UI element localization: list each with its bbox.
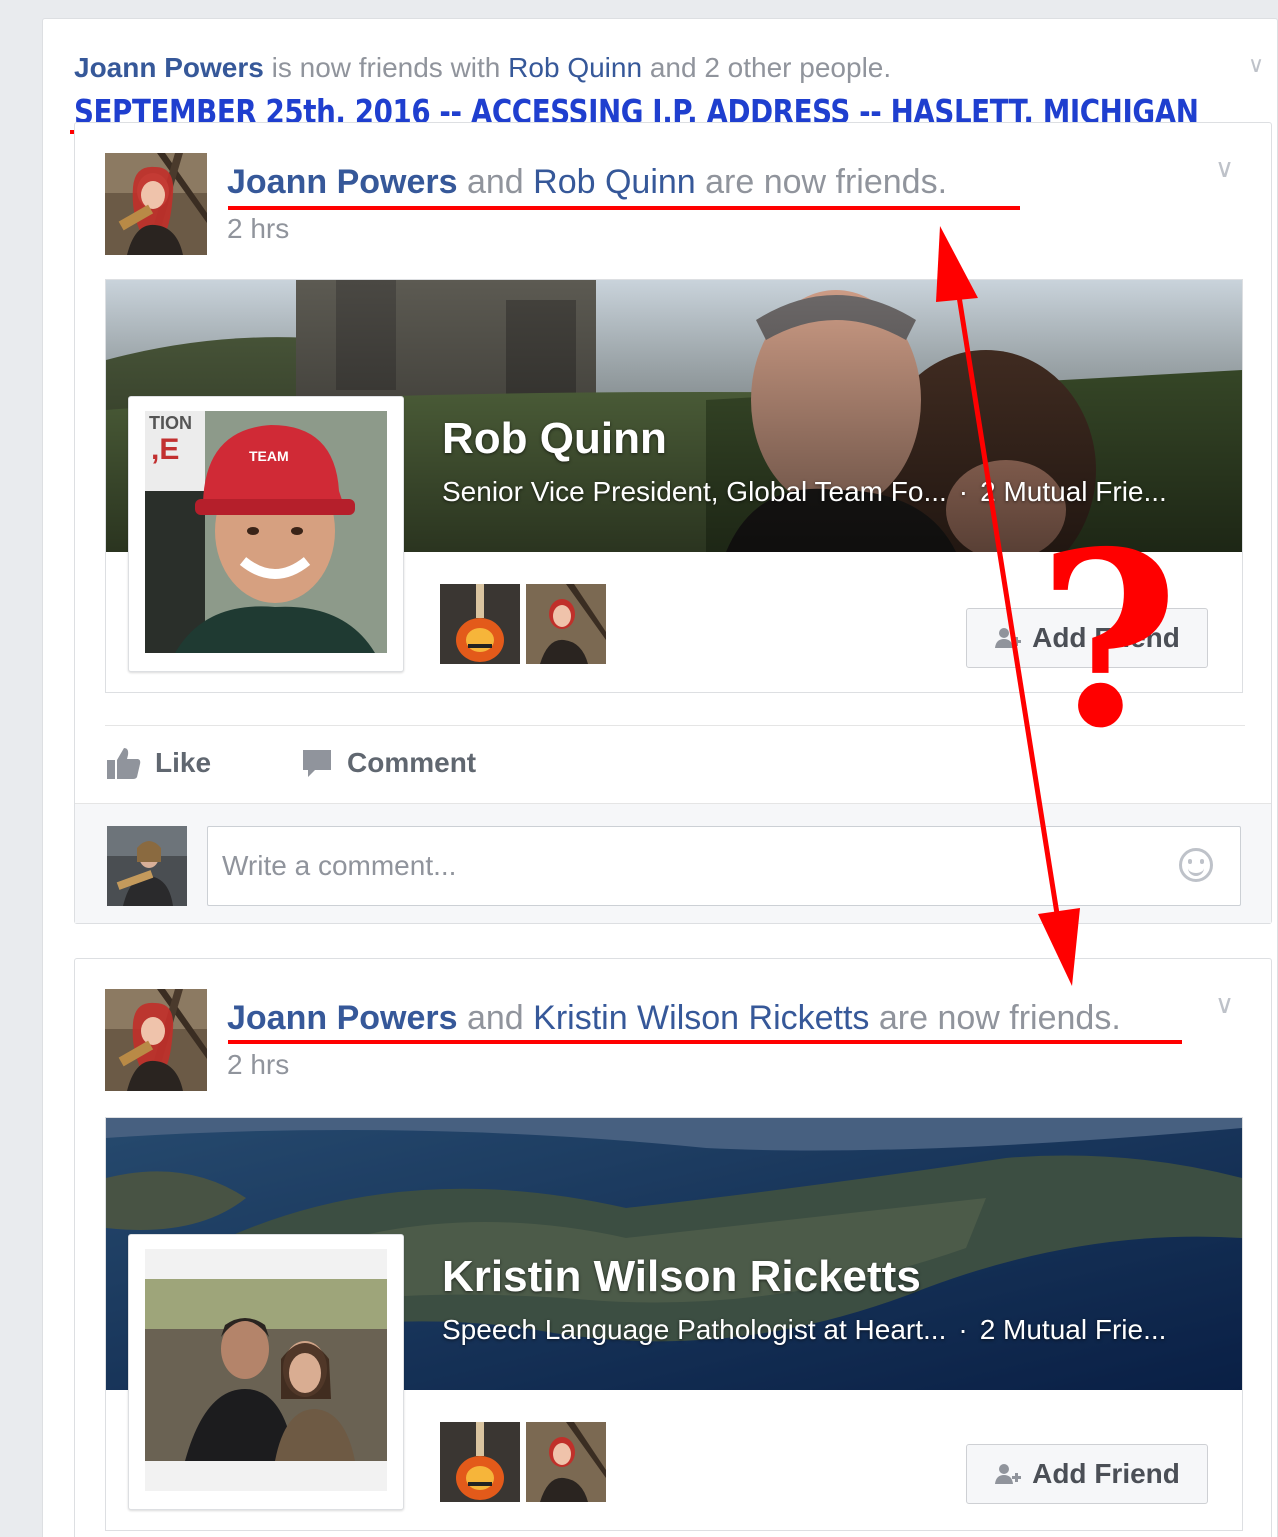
post-suffix: are now friends. — [695, 163, 948, 201]
mutual-friend-avatar-joann[interactable] — [526, 1422, 606, 1502]
story-header: Joann Powers is now friends with Rob Qui… — [74, 52, 891, 84]
post-actor-link[interactable]: Joann Powers — [227, 999, 458, 1037]
friend-profile-picture[interactable]: TION ,E TEAM — [128, 396, 404, 672]
story-friend-link[interactable]: Rob Quinn — [508, 52, 642, 83]
like-button[interactable]: Like — [107, 747, 211, 779]
story-actor-link[interactable]: Joann Powers — [74, 52, 264, 83]
post-friend-link[interactable]: Kristin Wilson Ricketts — [533, 999, 869, 1037]
annotation-question-mark: ? — [1038, 499, 1179, 781]
friend-card: Kristin Wilson Ricketts Speech Language … — [105, 1117, 1243, 1531]
actor-avatar[interactable] — [105, 989, 207, 1091]
add-friend-icon — [995, 1464, 1022, 1484]
post-actor-line: Joann Powers and Rob Quinn are now frien… — [227, 163, 947, 202]
mutual-friends-link[interactable]: 2 Mutual Frie... — [980, 1314, 1167, 1345]
mutual-friend-avatar-guitar[interactable] — [440, 1422, 520, 1502]
post-timestamp[interactable]: 2 hrs — [227, 213, 289, 245]
add-friend-icon — [995, 628, 1022, 648]
annotation-underline-post-two — [228, 1040, 1182, 1044]
comment-label: Comment — [347, 747, 477, 778]
thumbs-up-icon — [107, 748, 141, 779]
svg-text:TEAM: TEAM — [249, 448, 289, 464]
post-suffix: are now friends. — [869, 999, 1121, 1037]
post-options-chevron-icon[interactable]: ∨ — [1215, 153, 1234, 184]
story-text: is now friends with — [263, 52, 509, 83]
friend-name-link[interactable]: Kristin Wilson Ricketts — [442, 1252, 921, 1302]
post-actor-line: Joann Powers and Kristin Wilson Ricketts… — [227, 999, 1121, 1038]
comment-bubble-icon — [303, 750, 331, 777]
post-connector: and — [457, 999, 534, 1037]
viewer-avatar[interactable] — [107, 826, 187, 906]
comment-composer — [75, 803, 1271, 923]
svg-text:TION: TION — [149, 413, 192, 433]
post-actor-link[interactable]: Joann Powers — [227, 163, 458, 201]
post-timestamp[interactable]: 2 hrs — [227, 1049, 289, 1081]
post-options-chevron-icon[interactable]: ∨ — [1215, 989, 1234, 1020]
emoji-smiley-icon[interactable] — [1179, 848, 1213, 882]
add-friend-button[interactable]: Add Friend — [966, 1444, 1208, 1504]
story-options-chevron-icon[interactable]: ∨ — [1248, 52, 1264, 78]
post-friend-link[interactable]: Rob Quinn — [533, 163, 696, 201]
post-connector: and — [457, 163, 534, 201]
friend-subtitle: Speech Language Pathologist at Heart... ·… — [442, 1314, 1166, 1346]
friend-name-link[interactable]: Rob Quinn — [442, 414, 667, 464]
add-friend-label: Add Friend — [1032, 1458, 1180, 1489]
comment-input[interactable] — [207, 826, 1241, 906]
story-text-end: and 2 other people. — [642, 52, 892, 83]
friend-work: Speech Language Pathologist at Heart... — [442, 1314, 947, 1345]
actor-avatar[interactable] — [105, 153, 207, 255]
mutual-friend-avatar-joann[interactable] — [526, 584, 606, 664]
separator-dot: · — [958, 1314, 968, 1345]
comment-button[interactable]: Comment — [301, 747, 476, 779]
mutual-friend-avatar-guitar[interactable] — [440, 584, 520, 664]
svg-text:,E: ,E — [151, 433, 179, 466]
post-card-kristin-wilson-ricketts: Joann Powers and Kristin Wilson Ricketts… — [74, 958, 1272, 1537]
separator-dot: · — [958, 476, 969, 507]
friend-profile-picture[interactable] — [128, 1234, 404, 1510]
annotation-underline-post-one — [228, 206, 1020, 210]
friend-work: Senior Vice President, Global Team Fo... — [442, 476, 947, 507]
like-label: Like — [155, 747, 212, 778]
